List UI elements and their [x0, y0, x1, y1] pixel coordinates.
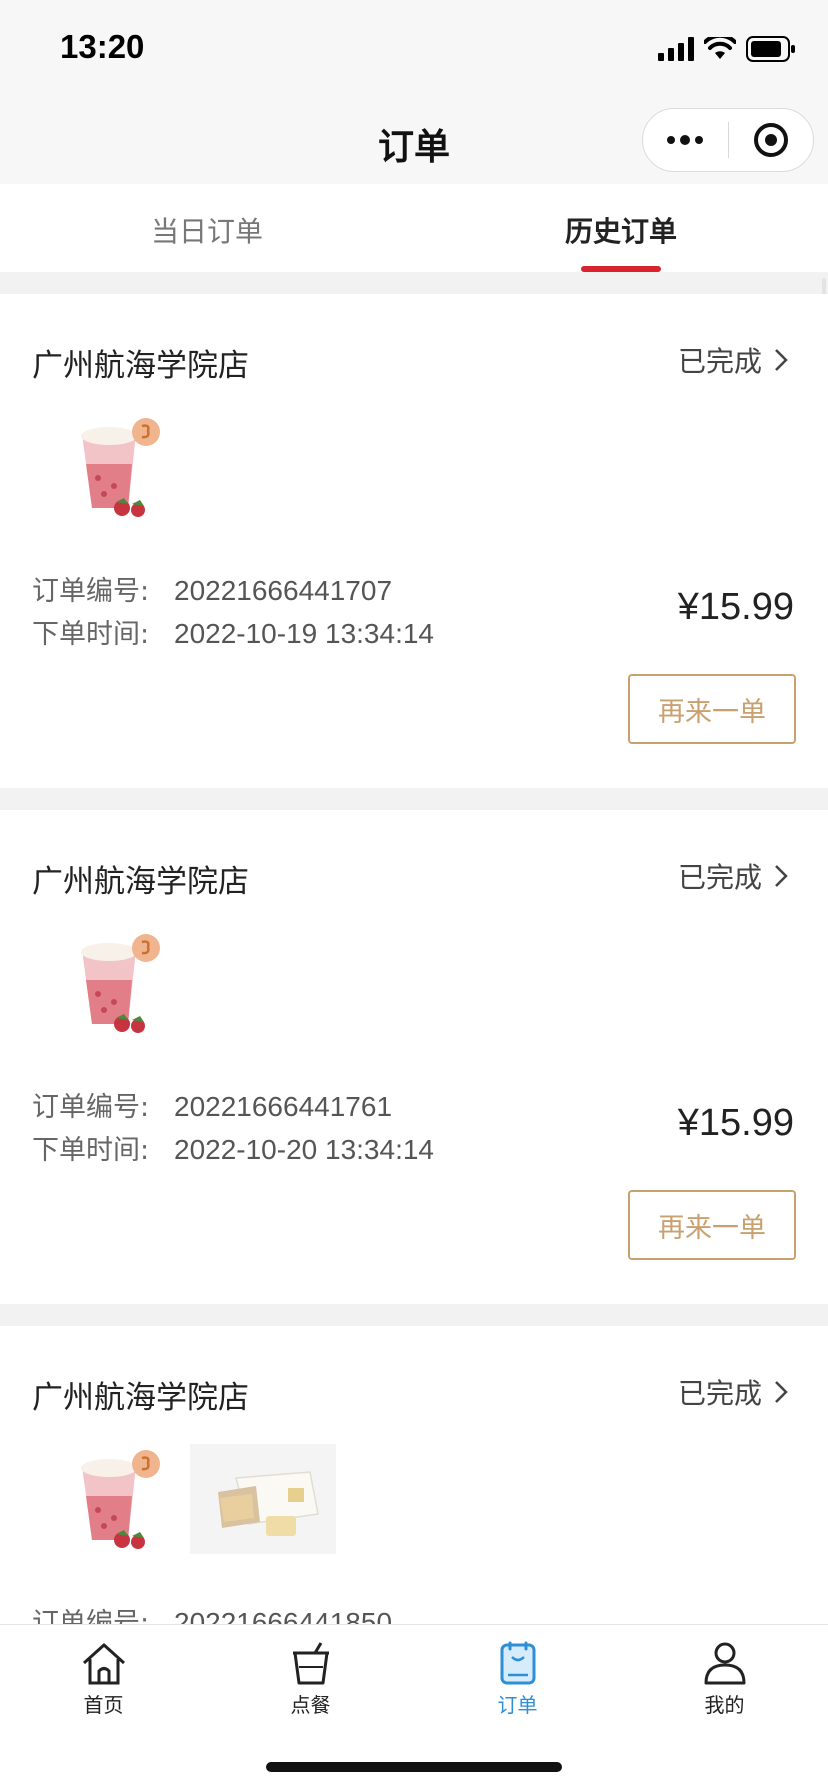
order-status: 已完成 [677, 1377, 762, 1410]
more-button[interactable] [643, 108, 728, 172]
mini-program-capsule [642, 108, 814, 172]
tabbar-order-food[interactable]: 点餐 [207, 1625, 414, 1725]
status-time: 13:20 [60, 28, 145, 65]
store-name: 广州航海学院店 [32, 348, 249, 384]
order-card[interactable]: 广州航海学院店 已完成 [0, 294, 828, 788]
home-icon [82, 1643, 125, 1685]
status-icons [658, 34, 796, 64]
tabbar-label: 首页 [83, 1693, 124, 1717]
order-number: 20221666441761 [174, 1091, 393, 1122]
order-tabs: 当日订单 历史订单 [0, 184, 828, 272]
strawberry-drink-image [64, 412, 168, 522]
nav-bar: 订单 [0, 100, 828, 184]
order-status: 已完成 [677, 861, 762, 894]
order-card[interactable]: 广州航海学院店 已完成 [0, 810, 828, 1304]
close-mini-program-button[interactable] [729, 108, 814, 172]
tabbar-home[interactable]: 首页 [0, 1625, 207, 1725]
tabbar-label: 我的 [704, 1693, 745, 1717]
order-status-link[interactable]: 已完成 [678, 856, 788, 896]
order-status: 已完成 [677, 345, 762, 378]
strawberry-drink-image [64, 928, 168, 1038]
order-number-label: 订单编号: [32, 1092, 150, 1123]
wifi-icon [704, 37, 736, 59]
signal-icon [658, 37, 694, 61]
battery-icon [746, 36, 795, 62]
product-thumbnails [64, 412, 168, 522]
order-screen: 13:20 订单 当日订单 历史订单 广州航海学院店 已完成 订单编号: 202… [0, 0, 828, 1792]
tab-today-orders[interactable]: 当日订单 [0, 184, 414, 272]
order-time-label: 下单时间: [32, 1135, 150, 1166]
tab-history-orders[interactable]: 历史订单 [414, 184, 828, 272]
order-list: 广州航海学院店 已完成 订单编号: 20221666441707 下单时间: 2… [0, 294, 828, 1792]
more-dots-icon [667, 135, 704, 145]
order-price: ¥15.99 [677, 586, 794, 628]
tabbar-label: 订单 [497, 1693, 538, 1717]
pastry-box-image [190, 1444, 336, 1554]
reorder-button[interactable]: 再来一单 [628, 674, 796, 744]
chevron-right-icon [775, 1381, 788, 1403]
product-thumbnails [64, 1444, 336, 1554]
home-indicator [266, 1762, 562, 1772]
chevron-right-icon [775, 865, 788, 887]
status-bar: 13:20 [0, 0, 828, 100]
order-meta: 订单编号: 20221666441761 下单时间: 2022-10-20 13:3… [32, 1086, 434, 1172]
reorder-button[interactable]: 再来一单 [628, 1190, 796, 1260]
strawberry-drink-image [64, 1444, 168, 1554]
order-number-label: 订单编号: [32, 576, 150, 607]
chevron-right-icon [775, 349, 788, 371]
order-price: ¥15.99 [677, 1102, 794, 1144]
tab-label: 当日订单 [150, 215, 263, 248]
tabbar-orders[interactable]: 订单 [414, 1625, 621, 1725]
order-time: 2022-10-19 13:34:14 [174, 618, 434, 649]
order-status-link[interactable]: 已完成 [678, 1372, 788, 1412]
user-icon [704, 1642, 745, 1685]
cup-icon [292, 1642, 329, 1685]
tabbar-profile[interactable]: 我的 [621, 1625, 828, 1725]
order-number: 20221666441707 [174, 575, 393, 606]
order-meta: 订单编号: 20221666441707 下单时间: 2022-10-19 13:3… [32, 570, 434, 656]
product-thumbnails [64, 928, 168, 1038]
order-time: 2022-10-20 13:34:14 [174, 1134, 434, 1165]
store-name: 广州航海学院店 [32, 864, 249, 900]
active-tab-indicator [581, 266, 661, 272]
order-icon [500, 1641, 535, 1685]
target-close-icon [753, 123, 788, 157]
tab-label: 历史订单 [564, 215, 677, 248]
tabbar-label: 点餐 [290, 1693, 331, 1717]
order-time-label: 下单时间: [32, 619, 150, 650]
store-name: 广州航海学院店 [32, 1380, 249, 1416]
order-status-link[interactable]: 已完成 [678, 340, 788, 380]
